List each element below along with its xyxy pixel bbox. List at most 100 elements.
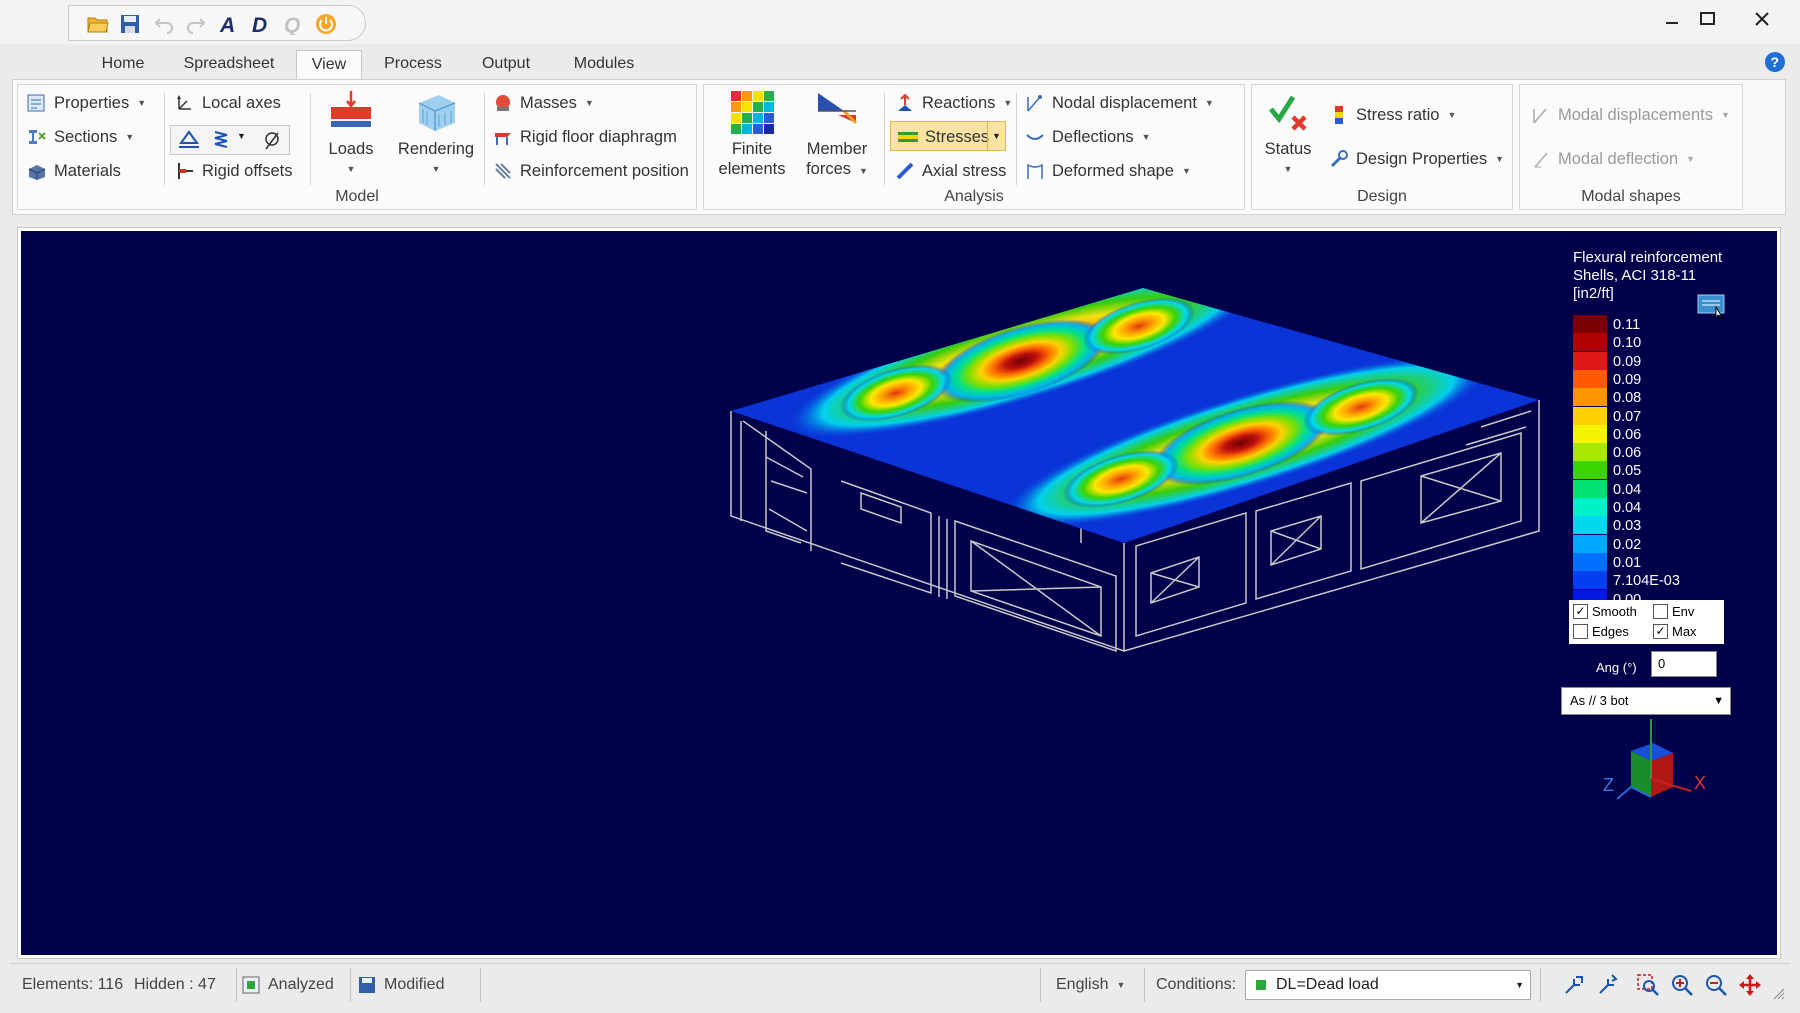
reinforcement-position-button[interactable]: Reinforcement position bbox=[492, 157, 689, 185]
legend-swatch bbox=[1573, 516, 1607, 535]
status-button[interactable]: Status ▼ bbox=[1260, 89, 1316, 179]
axial-stress-icon bbox=[894, 160, 916, 182]
masses-button[interactable]: Masses ▼ bbox=[492, 89, 594, 117]
supports-icon[interactable] bbox=[177, 129, 201, 151]
tab-home[interactable]: Home bbox=[90, 50, 156, 80]
conditions-select[interactable]: DL=Dead load ▼ bbox=[1245, 970, 1531, 1000]
legend-row: 0.08 bbox=[1573, 388, 1723, 407]
legend-row: 0.03 bbox=[1573, 516, 1723, 535]
zoom-out-icon[interactable] bbox=[1704, 973, 1728, 997]
design-group-label: Design bbox=[1357, 188, 1407, 205]
close-button[interactable] bbox=[1740, 4, 1784, 34]
member-forces-label-2: forces bbox=[806, 160, 851, 178]
view-rotate-icon[interactable] bbox=[1562, 973, 1586, 997]
model-render[interactable]: Y X Z bbox=[21, 231, 1777, 955]
releases-icon[interactable] bbox=[261, 129, 283, 151]
legend-swatch bbox=[1573, 534, 1607, 553]
springs-icon[interactable] bbox=[211, 129, 231, 151]
angle-label: Ang (°) bbox=[1596, 660, 1637, 675]
reactions-button[interactable]: Reactions ▼ bbox=[894, 89, 1012, 117]
stress-ratio-button[interactable]: Stress ratio ▼ bbox=[1328, 101, 1456, 129]
axial-stress-button[interactable]: Axial stress bbox=[894, 157, 1006, 185]
member-forces-button[interactable]: Member forces ▼ bbox=[798, 89, 876, 181]
rigid-floor-icon bbox=[492, 126, 514, 148]
legend-swatch bbox=[1573, 479, 1607, 498]
chevron-down-icon[interactable]: ▼ bbox=[237, 131, 246, 141]
3d-viewport[interactable]: Y X Z Flexural reinforcement Shells, ACI… bbox=[17, 227, 1781, 959]
analyze-icon[interactable]: A bbox=[219, 13, 241, 35]
maximize-button[interactable] bbox=[1686, 4, 1730, 34]
analyzed-icon bbox=[242, 976, 260, 994]
design-icon[interactable]: D bbox=[251, 13, 273, 35]
properties-button[interactable]: Properties ▼ bbox=[26, 89, 146, 117]
legend-row: 0.04 bbox=[1573, 479, 1723, 498]
svg-text:D: D bbox=[252, 14, 267, 35]
angle-input[interactable]: 0 bbox=[1651, 651, 1717, 677]
legend-row: 7.104E-03 bbox=[1573, 571, 1723, 590]
tab-modules[interactable]: Modules bbox=[562, 50, 646, 80]
deformed-shape-button[interactable]: Deformed shape ▼ bbox=[1024, 157, 1191, 185]
modal-deflection-button[interactable]: Modal deflection ▼ bbox=[1530, 145, 1695, 173]
legend-title-line-1: Flexural reinforcement bbox=[1573, 249, 1723, 266]
tab-view[interactable]: View bbox=[296, 50, 362, 80]
stresses-dropdown-chevron-icon[interactable]: ▼ bbox=[987, 122, 1005, 150]
tab-output[interactable]: Output bbox=[470, 50, 542, 80]
analysis-group-label: Analysis bbox=[944, 188, 1004, 205]
zoom-window-icon[interactable] bbox=[1636, 973, 1660, 997]
power-icon[interactable] bbox=[315, 13, 337, 35]
stresses-icon bbox=[897, 126, 919, 148]
resize-grip-icon[interactable] bbox=[1772, 987, 1786, 1001]
max-checkbox[interactable]: ✓ Max bbox=[1653, 624, 1697, 639]
legend-value: 7.104E-03 bbox=[1613, 573, 1680, 590]
modified-indicator: Modified bbox=[358, 972, 444, 998]
tab-spreadsheet[interactable]: Spreadsheet bbox=[176, 50, 282, 80]
legend-row: 0.02 bbox=[1573, 534, 1723, 553]
analyzed-indicator: Analyzed bbox=[242, 972, 334, 998]
language-select[interactable]: English ▼ bbox=[1056, 972, 1125, 998]
legend-row: 0.07 bbox=[1573, 406, 1723, 425]
save-icon[interactable] bbox=[119, 13, 141, 35]
pan-icon[interactable] bbox=[1738, 973, 1762, 997]
finite-elements-button[interactable]: Finite elements bbox=[714, 89, 790, 179]
stresses-button[interactable]: Stresses ▼ bbox=[890, 121, 1006, 151]
legend-swatch bbox=[1573, 424, 1607, 443]
loads-button[interactable]: Loads ▼ bbox=[316, 89, 386, 179]
query-icon[interactable]: Q bbox=[283, 13, 305, 35]
rigid-floor-diaphragm-button[interactable]: Rigid floor diaphragm bbox=[492, 123, 677, 151]
materials-button[interactable]: Materials bbox=[26, 157, 121, 185]
member-forces-label-1: Member bbox=[806, 140, 868, 158]
legend-row: 0.11 bbox=[1573, 315, 1723, 333]
sections-icon bbox=[26, 126, 48, 148]
redo-icon[interactable] bbox=[185, 13, 207, 35]
axis-z-label: Z bbox=[1603, 775, 1614, 795]
legend-swatch bbox=[1573, 461, 1607, 480]
help-icon[interactable]: ? bbox=[1764, 51, 1786, 73]
tab-process[interactable]: Process bbox=[378, 50, 448, 80]
legend-value: 0.05 bbox=[1613, 463, 1642, 480]
title-bar: A D Q bbox=[0, 0, 1800, 44]
nodal-displacement-icon bbox=[1024, 92, 1046, 114]
result-type-select[interactable]: As // 3 bot ▼ bbox=[1561, 687, 1731, 715]
local-axes-button[interactable]: Local axes bbox=[174, 89, 281, 117]
deflections-button[interactable]: Deflections ▼ bbox=[1024, 123, 1151, 151]
rigid-offsets-button[interactable]: Rigid offsets bbox=[174, 157, 293, 185]
legend-row: 0.10 bbox=[1573, 333, 1723, 352]
env-checkbox[interactable]: Env bbox=[1653, 604, 1694, 619]
open-folder-icon[interactable] bbox=[87, 13, 109, 35]
zoom-in-icon[interactable] bbox=[1670, 973, 1694, 997]
axis-x-label: X bbox=[1694, 773, 1706, 793]
edges-checkbox[interactable]: Edges bbox=[1573, 624, 1629, 639]
undo-icon[interactable] bbox=[153, 13, 175, 35]
sections-button[interactable]: Sections ▼ bbox=[26, 123, 134, 151]
design-properties-button[interactable]: Design Properties ▼ bbox=[1328, 145, 1504, 173]
view-orbit-icon[interactable] bbox=[1596, 973, 1620, 997]
elements-count: Elements: 116 bbox=[22, 976, 124, 993]
nodal-displacement-button[interactable]: Nodal displacement ▼ bbox=[1024, 89, 1214, 117]
edges-label: Edges bbox=[1592, 624, 1629, 639]
legend-row: 0.01 bbox=[1573, 552, 1723, 571]
modal-shapes-group: Modal displacements ▼ Modal deflection ▼ M… bbox=[1519, 84, 1743, 210]
modal-displacements-button[interactable]: Modal displacements ▼ bbox=[1530, 101, 1730, 129]
smooth-checkbox[interactable]: ✓ Smooth bbox=[1573, 604, 1637, 619]
nodal-displacement-label: Nodal displacement bbox=[1052, 93, 1197, 112]
rendering-button[interactable]: Rendering ▼ bbox=[394, 89, 478, 179]
